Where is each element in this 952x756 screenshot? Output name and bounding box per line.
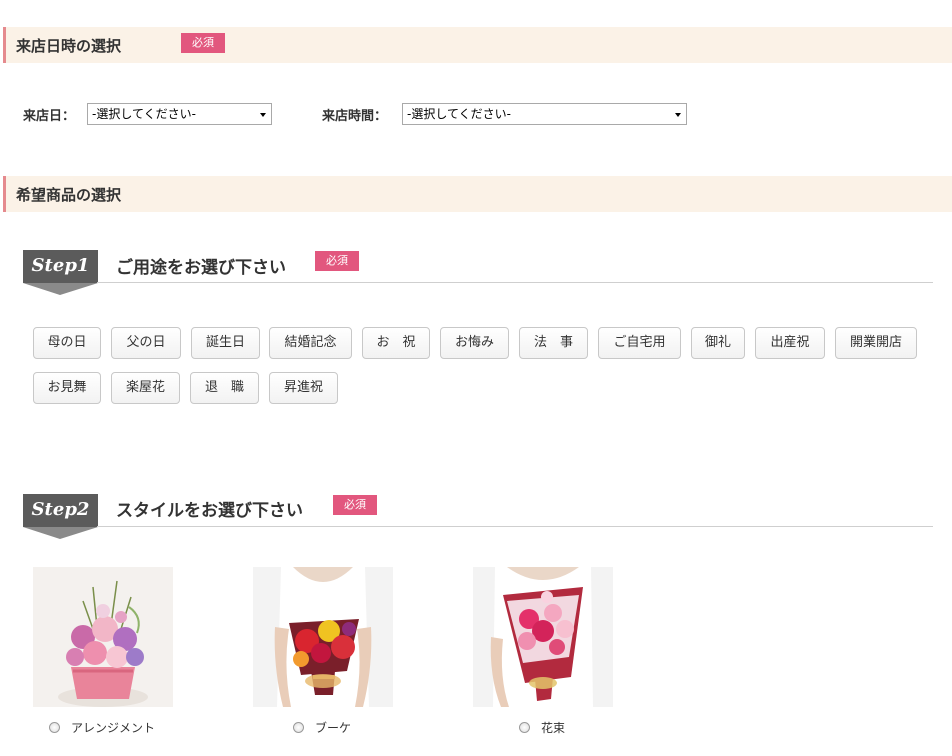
purpose-button[interactable]: ご自宅用 <box>598 327 681 359</box>
purpose-button[interactable]: 楽屋花 <box>111 372 180 404</box>
style-label-bouquet: ブーケ <box>315 721 352 735</box>
step2-badge: Step2 <box>23 494 98 539</box>
visit-section-header: 来店日時の選択 必須 <box>3 27 952 63</box>
visit-time-value: -選択してください- <box>407 107 511 121</box>
purpose-button[interactable]: 母の日 <box>33 327 101 359</box>
style-radio-bunch[interactable] <box>519 722 530 733</box>
arrangement-image[interactable] <box>33 567 173 707</box>
purpose-button[interactable]: 結婚記念 <box>269 327 352 359</box>
style-label-bunch: 花束 <box>541 721 566 735</box>
purpose-button[interactable]: お 祝 <box>362 327 430 359</box>
purpose-button[interactable]: 御礼 <box>691 327 745 359</box>
step2-divider <box>97 526 933 527</box>
purpose-button[interactable]: お見舞 <box>33 372 101 404</box>
required-badge: 必須 <box>181 33 225 53</box>
chevron-down-icon <box>675 113 681 117</box>
step1-divider <box>97 282 933 283</box>
step1-required-badge: 必須 <box>315 251 359 271</box>
step1-title: ご用途をお選び下さい <box>116 258 286 278</box>
step-arrow-icon <box>23 283 98 295</box>
step2-required-badge: 必須 <box>333 495 377 515</box>
purpose-button[interactable]: お悔み <box>440 327 509 359</box>
purpose-button[interactable]: 誕生日 <box>191 327 260 359</box>
visit-section-title: 来店日時の選択 <box>16 37 122 55</box>
step1-badge: Step1 <box>23 250 98 295</box>
visit-date-label: 来店日： <box>23 109 76 124</box>
style-radio-arrangement[interactable] <box>49 722 60 733</box>
visit-date-select[interactable]: -選択してください- <box>87 103 272 125</box>
bunch-image[interactable] <box>473 567 613 707</box>
purpose-button[interactable]: 昇進祝 <box>269 372 338 404</box>
step2-badge-label: Step2 <box>31 499 90 520</box>
product-section-header: 希望商品の選択 <box>3 176 952 212</box>
visit-date-value: -選択してください- <box>92 107 196 121</box>
step2-title: スタイルをお選び下さい <box>116 501 303 521</box>
style-radio-bouquet[interactable] <box>293 722 304 733</box>
purpose-button[interactable]: 父の日 <box>111 327 181 359</box>
purpose-button[interactable]: 開業開店 <box>835 327 917 359</box>
style-label-arrangement: アレンジメント <box>71 721 156 735</box>
step-arrow-icon <box>23 527 98 539</box>
purpose-button[interactable]: 退 職 <box>190 372 259 404</box>
bouquet-image[interactable] <box>253 567 393 707</box>
purpose-button[interactable]: 出産祝 <box>755 327 825 359</box>
purpose-button[interactable]: 法 事 <box>519 327 588 359</box>
chevron-down-icon <box>260 113 266 117</box>
step1-badge-label: Step1 <box>31 255 90 276</box>
visit-time-label: 来店時間： <box>322 109 388 124</box>
product-section-title: 希望商品の選択 <box>16 186 122 204</box>
visit-time-select[interactable]: -選択してください- <box>402 103 687 125</box>
